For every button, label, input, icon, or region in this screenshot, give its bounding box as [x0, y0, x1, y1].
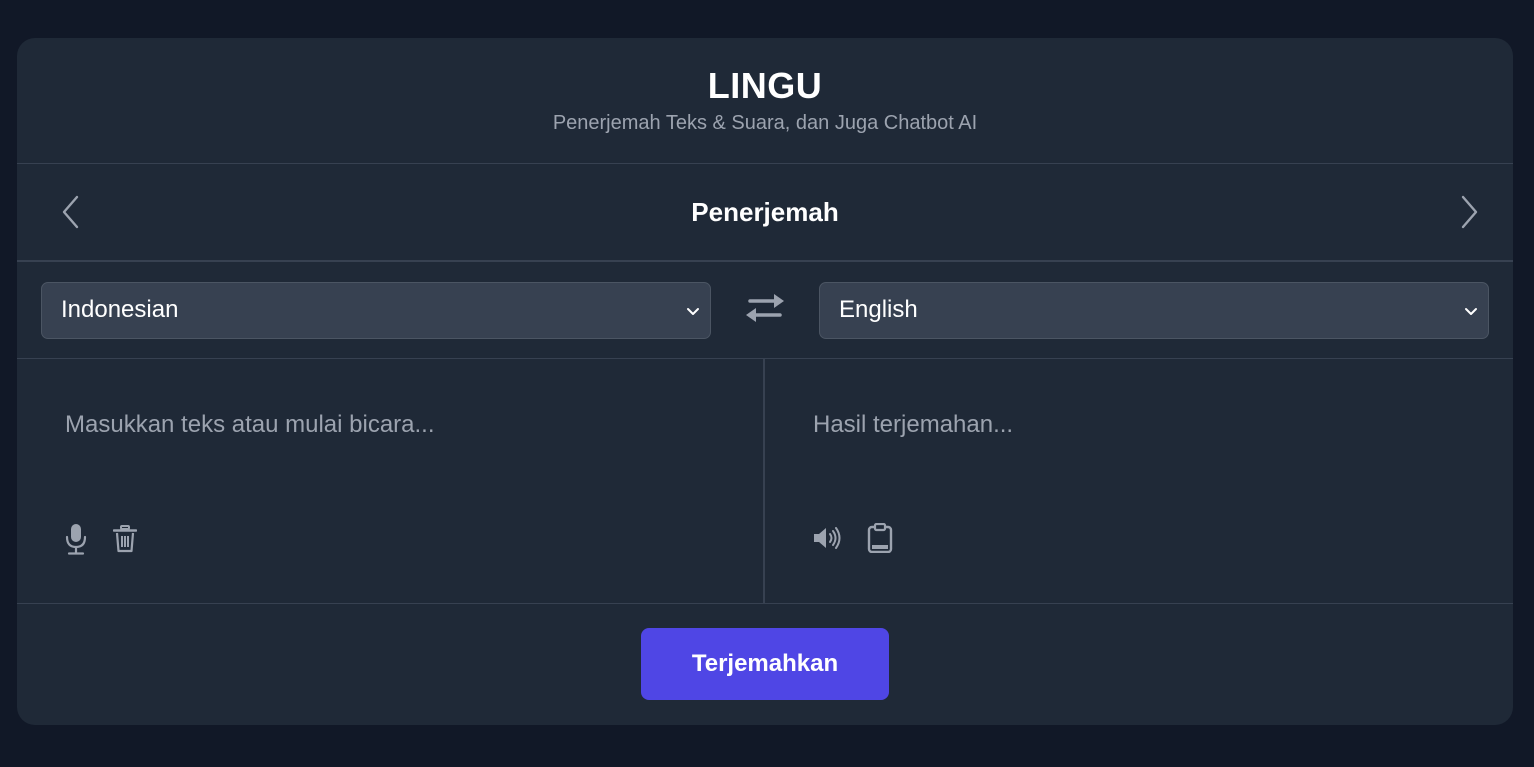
chevron-left-icon[interactable]	[57, 192, 85, 232]
output-panel: Hasil terjemahan...	[765, 359, 1513, 603]
translate-button[interactable]: Terjemahkan	[641, 628, 889, 700]
app-title: LINGU	[707, 65, 823, 106]
source-language-value: Indonesian	[61, 296, 179, 323]
app-header: LINGU Penerjemah Teks & Suara, dan Juga …	[17, 38, 1513, 164]
chevron-right-icon[interactable]	[1455, 192, 1483, 232]
app-subtitle: Penerjemah Teks & Suara, dan Juga Chatbo…	[552, 112, 978, 134]
input-panel	[17, 359, 765, 603]
language-selector-row: Indonesian English	[17, 262, 1513, 359]
input-tools	[65, 523, 137, 555]
output-tools	[813, 523, 893, 553]
target-language-value: English	[839, 296, 918, 323]
chevron-down-icon	[1464, 296, 1478, 324]
speaker-icon[interactable]	[813, 526, 841, 550]
source-language-select[interactable]: Indonesian	[41, 281, 711, 339]
microphone-icon[interactable]	[65, 523, 87, 555]
chevron-down-icon	[686, 296, 700, 324]
swap-arrows-icon	[744, 292, 786, 329]
source-text-input[interactable]	[65, 405, 705, 445]
translator-card: LINGU Penerjemah Teks & Suara, dan Juga …	[17, 38, 1513, 725]
mode-navigation: Penerjemah	[17, 164, 1513, 262]
mode-title: Penerjemah	[691, 196, 839, 227]
swap-languages-button[interactable]	[711, 282, 819, 339]
translation-panels: Hasil terjemahan...	[17, 359, 1513, 604]
clipboard-icon[interactable]	[867, 523, 893, 553]
action-footer: Terjemahkan	[17, 604, 1513, 724]
trash-icon[interactable]	[113, 525, 137, 553]
translation-output: Hasil terjemahan...	[813, 411, 1014, 438]
target-language-select[interactable]: English	[819, 281, 1489, 339]
